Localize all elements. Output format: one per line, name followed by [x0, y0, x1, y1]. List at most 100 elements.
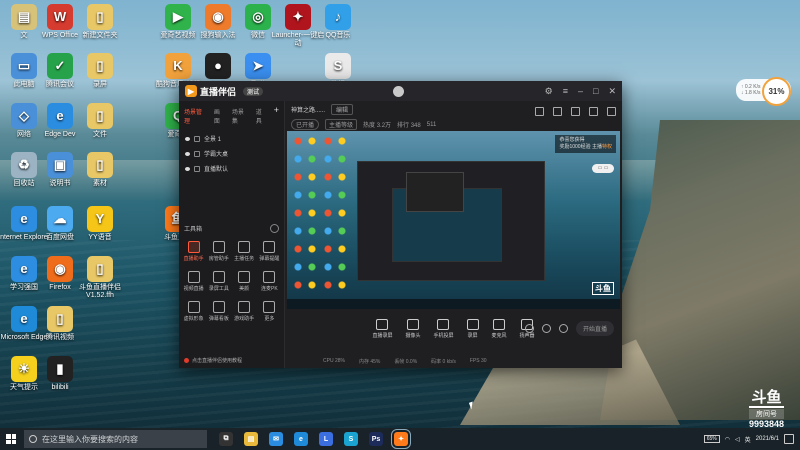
tab-canvas[interactable]: 画面	[214, 107, 226, 125]
taskbar-mail-icon[interactable]: ✉	[269, 432, 283, 446]
source-control-button[interactable]: 摄像头	[405, 319, 420, 339]
tool-item[interactable]: 主播任务	[232, 241, 257, 262]
tab-scenes[interactable]: 场景管理	[184, 107, 208, 125]
source-control-button[interactable]: 手机投屏	[433, 319, 454, 339]
lock-icon[interactable]	[194, 165, 200, 172]
desktop-icon-qq[interactable]: ♪ QQ音乐	[310, 4, 366, 40]
source-control-label: 麦克风	[491, 333, 507, 339]
tool-item[interactable]: 视频直播	[181, 271, 206, 292]
edit-title-button[interactable]: 编辑	[331, 104, 354, 115]
screen-icon[interactable]	[553, 107, 562, 116]
record-icon[interactable]	[541, 324, 551, 333]
tool-item[interactable]: 弹幕提醒	[257, 241, 282, 262]
tool-icon	[238, 271, 251, 283]
watermark-label: 房间号	[748, 409, 784, 419]
lock-icon[interactable]	[194, 150, 200, 157]
status-item: CPU 28%	[323, 358, 345, 364]
desktop-icon-tencent[interactable]: ▯ 腾讯视频	[32, 306, 88, 342]
lock-icon[interactable]	[194, 135, 200, 142]
desktop-icon-folder-3[interactable]: ▯ 文件	[72, 103, 128, 139]
wifi-icon[interactable]: ◠	[725, 436, 730, 443]
more-icon[interactable]	[607, 107, 616, 116]
room-title: 神算之路......	[291, 108, 326, 114]
status-item: 内存 45%	[358, 358, 381, 365]
taskbar-file-explorer-icon[interactable]: ▤	[244, 432, 258, 446]
bell-icon[interactable]	[589, 107, 598, 116]
eye-icon[interactable]	[185, 136, 190, 141]
tool-item[interactable]: 弹幕看板	[206, 301, 231, 322]
clock[interactable]: 2021/6/1	[756, 435, 779, 443]
room-stat[interactable]: 已开播	[291, 119, 320, 130]
windows-icon	[6, 434, 16, 444]
start-live-button[interactable]: 开始直播	[575, 321, 614, 336]
desktop-icon-douyin[interactable]: ▮ bilibili	[32, 356, 88, 392]
share-icon[interactable]	[535, 107, 544, 116]
clock-date: 2021/6/1	[755, 436, 779, 442]
note-line1: 恭喜您获得	[559, 137, 585, 143]
floating-pill[interactable]: ▭ ▭	[592, 164, 614, 173]
streaming-app-window[interactable]: ▶ 直播伴侣 测试 ⚙ ≡ – □ ✕ 场景管理 画面 场景集 道具 + 全景 …	[179, 81, 622, 368]
tab-props[interactable]: 道具	[256, 107, 268, 125]
tool-item[interactable]: 录屏工具	[206, 271, 231, 292]
tool-item[interactable]: 游戏助手	[232, 301, 257, 322]
eye-icon[interactable]	[185, 166, 190, 171]
add-scene-icon[interactable]: +	[274, 106, 279, 125]
tool-item[interactable]: 虚拟形象	[181, 301, 206, 322]
taskbar-app-s-icon[interactable]: S	[344, 432, 358, 446]
scene-item[interactable]: 学霸大桌	[179, 146, 284, 161]
camera-toggle-icon[interactable]	[524, 324, 534, 333]
room-stat: 热度 3.2万	[363, 123, 392, 129]
tab-scene-sets[interactable]: 场景集	[232, 107, 250, 125]
taskbar-task-view-icon[interactable]: ⧉	[219, 432, 233, 446]
user-avatar[interactable]	[393, 85, 405, 97]
menu-icon[interactable]: ≡	[563, 86, 568, 97]
settings-icon[interactable]: ⚙	[545, 86, 553, 97]
brand-icon: ▶	[185, 85, 197, 97]
input-language[interactable]: 英	[745, 435, 751, 444]
tencent-icon: ▯	[47, 306, 73, 332]
lock-icon[interactable]	[571, 107, 580, 116]
tool-item[interactable]: 房管助手	[206, 241, 231, 262]
eye-icon[interactable]	[185, 151, 190, 156]
room-stat[interactable]: 主播等级	[325, 119, 358, 130]
taskbar-app-l-icon[interactable]: L	[319, 432, 333, 446]
notification-icon[interactable]	[784, 434, 794, 444]
app-brand: 直播伴侣	[200, 86, 237, 97]
volume-icon[interactable]: ◁	[735, 436, 740, 443]
desktop-icon-folder-4[interactable]: ▯ 素材	[72, 152, 128, 188]
source-control-button[interactable]: 直播录屏	[372, 319, 392, 339]
taskbar-photoshop-icon[interactable]: Ps	[369, 432, 383, 446]
source-control-button[interactable]: 麦克风	[492, 319, 507, 339]
desktop-icon-folder-1[interactable]: ▯ 新建文件夹	[72, 4, 128, 40]
app-titlebar[interactable]: ▶ 直播伴侣 测试 ⚙ ≡ – □ ✕	[179, 81, 622, 101]
room-stat: 511	[426, 121, 437, 128]
close-icon[interactable]: ✕	[608, 86, 616, 97]
taskbar-edge-icon[interactable]: e	[294, 432, 308, 446]
live-preview[interactable]: 恭喜您获得 奖励1000经验 主播特权 斗鱼	[287, 131, 620, 309]
settings-icon[interactable]	[558, 324, 568, 333]
desktop-icon-yy[interactable]: Y YY语音	[72, 206, 128, 242]
scene-item[interactable]: 直播默认	[179, 161, 284, 176]
taskbar-search[interactable]: 在这里输入你要搜索的内容	[24, 430, 207, 448]
scene-item[interactable]: 全景 1	[179, 131, 284, 146]
desktop-icon-folder-5[interactable]: ▯ 斗鱼直播伴侣 V1.52.ffh	[72, 256, 128, 300]
folder-1-icon: ▯	[87, 4, 113, 30]
tool-item[interactable]: 美颜	[232, 271, 257, 292]
start-button[interactable]	[0, 434, 22, 444]
desktop-icon-folder-2[interactable]: ▯ 录屏	[72, 53, 128, 89]
tool-item[interactable]: 更多	[257, 301, 282, 322]
wps-note-icon: ✓	[47, 53, 73, 79]
tool-item[interactable]: 直播助手	[181, 241, 206, 262]
source-control-button[interactable]: 录屏	[466, 319, 479, 339]
minimize-icon[interactable]: –	[578, 86, 583, 97]
toolbox-settings-icon[interactable]	[270, 224, 279, 233]
maximize-icon[interactable]: □	[593, 86, 598, 97]
tool-icon	[187, 301, 200, 313]
tool-item[interactable]: 连麦PK	[257, 271, 282, 292]
tutorial-notice[interactable]: 点击直播伴侣使用教程	[184, 357, 242, 364]
network-speed-widget[interactable]: ↑ 0.2 K/s ↓ 1.8 K/s 31%	[736, 77, 791, 106]
taskbar-douyu-icon[interactable]: ✦	[391, 429, 411, 449]
battery-indicator[interactable]: 65%	[703, 435, 720, 443]
yy-icon: Y	[87, 206, 113, 232]
scene-tabs: 场景管理 画面 场景集 道具 +	[179, 101, 284, 131]
